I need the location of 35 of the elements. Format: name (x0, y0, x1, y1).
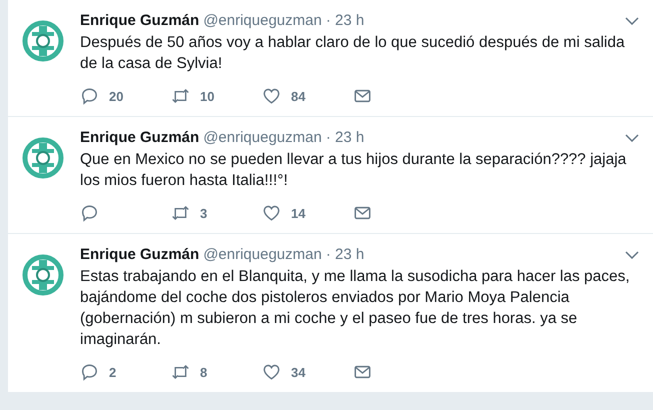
tweet-text: Que en Mexico no se pueden llevar a tus hijos durante la separación???? jajaja los mios fueron hasta Italia!!!°! (80, 150, 628, 191)
tweet-text: Después de 50 años voy a hablar claro de lo que sucedió después de mi salida de la casa de Sylvia! (80, 33, 626, 74)
action-count: 84 (291, 88, 306, 104)
envelope-icon[interactable] (353, 363, 372, 381)
heart-icon[interactable] (262, 363, 281, 381)
envelope-icon[interactable] (353, 204, 372, 222)
action-count: 34 (291, 364, 306, 380)
heart-icon[interactable] (262, 204, 281, 222)
reply-icon[interactable] (80, 87, 99, 105)
user-handle[interactable]: @enriqueguzman (203, 12, 322, 29)
action-count: 14 (291, 206, 306, 220)
timestamp[interactable]: · 23 h (326, 129, 364, 146)
caret-icon[interactable] (625, 16, 639, 24)
envelope-icon[interactable] (353, 87, 372, 105)
user-name[interactable]: Enrique Guzmán (80, 246, 200, 263)
reply-icon[interactable] (80, 363, 99, 381)
caret-icon[interactable] (625, 250, 639, 258)
user-name[interactable]: Enrique Guzmán (80, 129, 200, 146)
action-count: 3 (200, 206, 208, 220)
action-count: 8 (200, 364, 208, 380)
heart-icon[interactable] (262, 87, 281, 105)
retweet-icon[interactable] (171, 87, 190, 105)
retweet-icon[interactable] (171, 204, 190, 222)
timestamp[interactable]: · 23 h (326, 12, 364, 29)
user-handle[interactable]: @enriqueguzman (203, 246, 322, 263)
reply-icon[interactable] (80, 204, 99, 222)
user-name[interactable]: Enrique Guzmán (80, 12, 200, 29)
timestamp[interactable]: · 23 h (326, 246, 364, 263)
user-handle[interactable]: @enriqueguzman (203, 129, 322, 146)
action-count: 10 (200, 88, 214, 104)
caret-icon[interactable] (625, 134, 639, 142)
retweet-icon[interactable] (171, 363, 190, 381)
action-count: 20 (109, 88, 124, 104)
tweet-text: Estas trabajando en el Blanquita, y me llama la susodicha para hacer las paces, bajándome del coche dos pistoleros enviados por Mario Moya Palencia (gobernación) m subieron a mi coche y el paseo fue de tres horas. ya se imaginarán. (80, 267, 631, 350)
action-count: 2 (109, 364, 116, 380)
